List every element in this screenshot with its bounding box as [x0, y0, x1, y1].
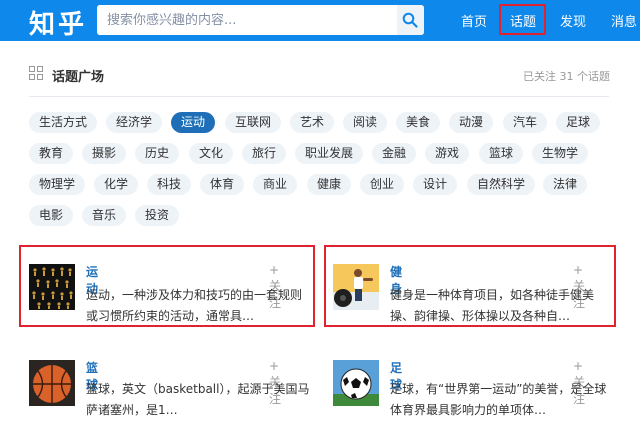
tag-item[interactable]: 职业发展 [295, 143, 364, 164]
tag-item[interactable]: 化学 [94, 174, 139, 195]
active-nav-highlight [499, 4, 546, 35]
tag-item[interactable]: 法律 [543, 174, 588, 195]
tag-item[interactable]: 阅读 [343, 112, 388, 133]
tag-item[interactable]: 商业 [253, 174, 298, 195]
tag-item[interactable]: 金融 [372, 143, 417, 164]
tag-item[interactable]: 美食 [396, 112, 441, 133]
topic-description: 足球，有“世界第一运动”的美誉，是全球体育界最具影响力的单项体… [390, 382, 607, 417]
tag-item[interactable]: 设计 [413, 174, 458, 195]
tag-item[interactable]: 摄影 [82, 143, 127, 164]
divider [29, 96, 609, 97]
tag-item[interactable]: 健康 [307, 174, 352, 195]
topic-image-basketball[interactable] [29, 360, 75, 406]
soccer-ball-icon [333, 368, 379, 406]
tag-item[interactable]: 艺术 [290, 112, 335, 133]
zhihu-logo[interactable]: 知乎 [29, 4, 87, 41]
nav-home[interactable]: 首页 [461, 11, 487, 30]
tag-item[interactable]: 篮球 [479, 143, 524, 164]
tag-item-active[interactable]: 运动 [171, 112, 216, 133]
tag-item[interactable]: 体育 [200, 174, 245, 195]
basketball-icon [33, 365, 71, 403]
tag-item[interactable]: 生活方式 [29, 112, 98, 133]
page-title: 话题广场 [52, 70, 105, 85]
tag-item[interactable]: 物理学 [29, 174, 86, 195]
nav-explore[interactable]: 发现 [560, 11, 586, 30]
highlight-box [324, 245, 616, 327]
tag-item[interactable]: 投资 [135, 205, 180, 226]
tag-item[interactable]: 教育 [29, 143, 74, 164]
nav-messages[interactable]: 消息 [611, 11, 637, 30]
topic-image-football[interactable] [333, 360, 379, 406]
tag-item[interactable]: 电影 [29, 205, 74, 226]
topic-description: 篮球，英文（basketball），起源于美国马萨诸塞州，是1… [86, 382, 310, 417]
tag-item[interactable]: 汽车 [503, 112, 548, 133]
tag-item[interactable]: 互联网 [225, 112, 282, 133]
search-button[interactable] [397, 5, 424, 35]
grid-icon [29, 66, 43, 80]
tag-item[interactable]: 动漫 [449, 112, 494, 133]
tag-item[interactable]: 经济学 [106, 112, 163, 133]
highlight-box [19, 245, 315, 327]
tag-item[interactable]: 生物学 [532, 143, 589, 164]
tag-item[interactable]: 自然科学 [467, 174, 536, 195]
tag-item[interactable]: 科技 [147, 174, 192, 195]
tag-item[interactable]: 创业 [360, 174, 405, 195]
search-input[interactable] [97, 5, 391, 35]
tag-item[interactable]: 旅行 [242, 143, 287, 164]
tag-item[interactable]: 游戏 [425, 143, 470, 164]
tag-item[interactable]: 历史 [135, 143, 180, 164]
tag-item[interactable]: 文化 [189, 143, 234, 164]
search-box [97, 5, 424, 35]
tag-item[interactable]: 音乐 [82, 205, 127, 226]
tag-item[interactable]: 足球 [556, 112, 601, 133]
followed-count[interactable]: 已关注 31 个话题 [523, 68, 610, 84]
search-icon [402, 12, 418, 28]
